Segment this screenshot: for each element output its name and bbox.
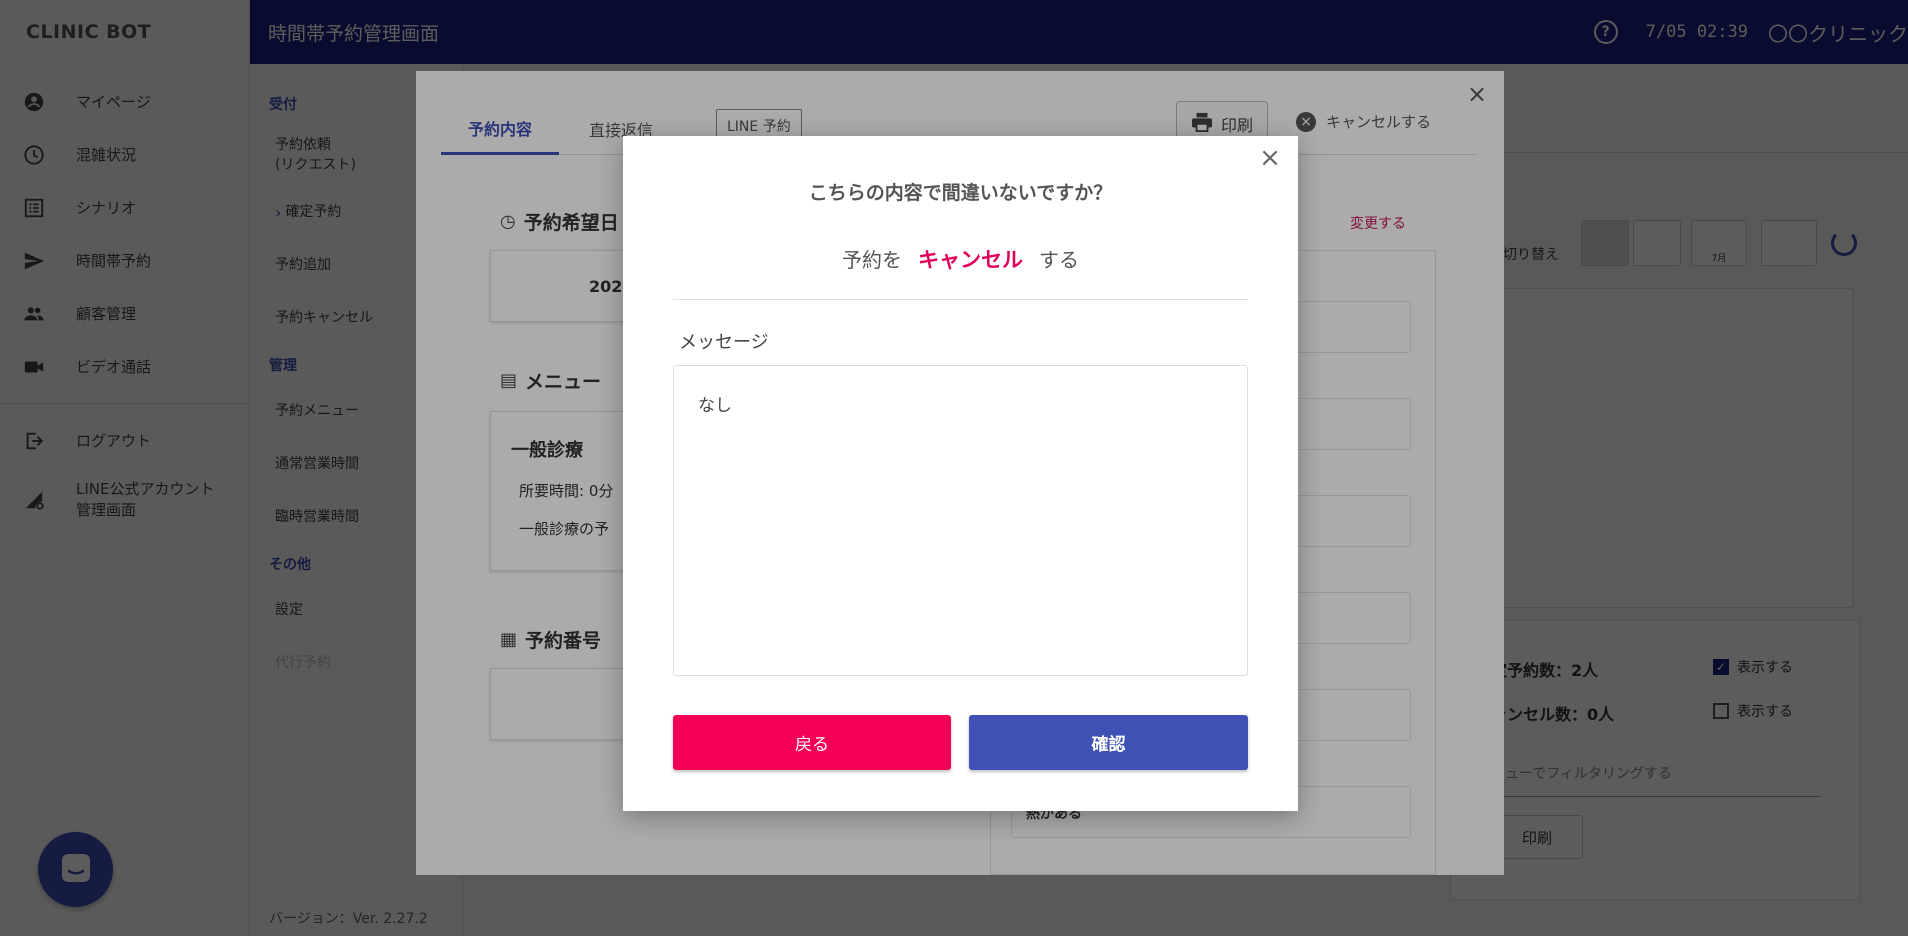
action-word: キャンセル xyxy=(918,248,1023,272)
back-button[interactable]: 戻る xyxy=(673,715,951,770)
close-icon[interactable]: × xyxy=(1256,143,1284,173)
dialog-title: こちらの内容で間違いないですか？ xyxy=(808,182,1113,204)
confirm-button[interactable]: 確認 xyxy=(969,715,1248,770)
message-textarea[interactable]: なし xyxy=(673,365,1248,676)
dialog-divider xyxy=(673,299,1248,300)
confirm-dialog: × こちらの内容で間違いないですか？ 予約を キャンセル する メッセージ なし 戻… xyxy=(623,136,1298,811)
action-summary: 予約を キャンセル する xyxy=(842,248,1079,272)
message-label: メッセージ xyxy=(679,332,769,353)
